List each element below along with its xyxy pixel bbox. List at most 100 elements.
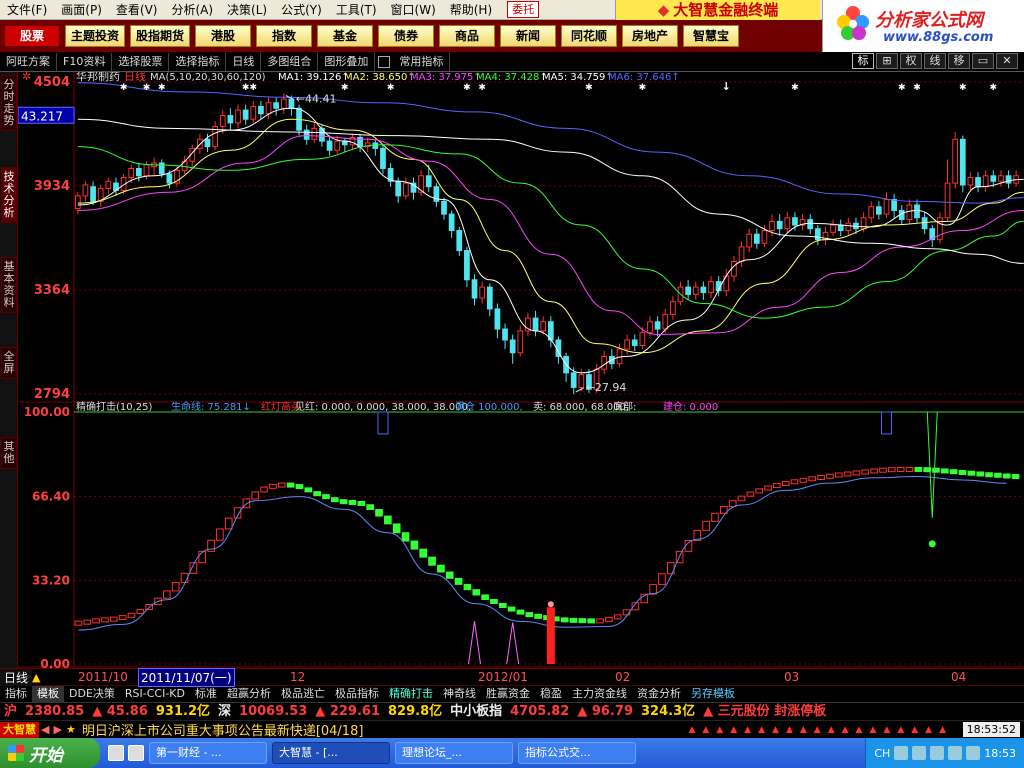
candle[interactable] [654,321,661,330]
tray-icon[interactable] [912,746,927,760]
sidebar-tab[interactable]: 分时走势 [1,75,17,131]
view-tab[interactable]: ⊞ [876,53,898,69]
lang-indicator[interactable]: CH [874,747,890,760]
candle[interactable] [906,204,913,221]
nav-button[interactable]: 商品 [439,25,496,47]
menu-item[interactable]: 公式(Y) [274,0,329,20]
indicator-tab[interactable]: 稳盈 [535,686,567,702]
indicator-tab[interactable]: 精确打击 [384,686,438,702]
candle[interactable] [532,317,539,332]
candle[interactable] [288,98,295,109]
toolbar-item[interactable]: 常用指标 [393,52,451,71]
candle[interactable] [502,328,508,341]
candle[interactable] [227,115,234,124]
indicator-tab[interactable]: 指标 [0,686,32,702]
tray-icon[interactable] [948,746,963,760]
toolbar-item[interactable]: F10资料 [57,52,113,71]
nav-button[interactable]: 主题投资 [65,25,126,47]
toolbar-item[interactable]: 选择指标 [169,52,227,71]
candle[interactable] [967,177,974,186]
candle[interactable] [540,321,547,332]
candle[interactable] [692,286,699,295]
candle[interactable] [875,206,882,215]
menu-item[interactable]: 文件(F) [0,0,54,20]
candle[interactable] [82,184,89,197]
toolbar-item[interactable]: 日线 [226,52,262,71]
nav-button[interactable]: 债券 [378,25,435,47]
toolbar-item[interactable]: 多图组合 [261,52,319,71]
nav-button[interactable]: 股指期货 [130,25,191,47]
candle[interactable] [250,105,257,120]
candle[interactable] [509,339,516,354]
candle[interactable] [921,217,928,230]
view-tab[interactable]: ▭ [972,53,994,69]
sidebar-tab[interactable]: 基本资料 [1,257,17,313]
nav-button[interactable]: 同花顺 [561,25,618,47]
sh-index[interactable]: 2380.85 [21,703,88,721]
sidebar-tab[interactable]: 全屏 [1,347,17,379]
candle[interactable] [952,138,959,184]
candle[interactable] [982,175,989,188]
view-tab[interactable]: ✕ [996,53,1018,69]
candle[interactable] [448,213,455,232]
taskbar-window[interactable]: 第一财经 - ... [149,742,267,764]
candle[interactable] [784,217,791,230]
toolbar-item[interactable]: 阿旺方案 [0,52,57,71]
indicator-tab[interactable]: 标准 [190,686,222,702]
view-tab[interactable]: 权 [900,53,922,69]
candle[interactable] [441,200,447,215]
candle[interactable] [517,330,524,354]
candle[interactable] [975,177,981,188]
period-button[interactable]: 日线 [0,668,33,686]
menu-item[interactable]: 窗口(W) [384,0,443,20]
indicator-tab[interactable]: 极品逃亡 [276,686,330,702]
candle[interactable] [639,332,646,346]
view-tab[interactable]: 标 [852,53,874,69]
candle[interactable] [494,308,501,330]
taskbar-window[interactable]: 指标公式交... [518,742,636,764]
candle[interactable] [479,286,486,299]
candle[interactable] [90,186,96,202]
candle[interactable] [235,109,241,124]
candle[interactable] [830,224,836,233]
indicator-tab[interactable]: 模板 [32,686,64,702]
candle[interactable] [578,374,585,388]
candle[interactable] [464,250,470,281]
candle[interactable] [845,222,852,232]
candle[interactable] [944,182,951,219]
candle[interactable] [319,127,325,142]
browser-icon[interactable] [128,745,144,761]
candle[interactable] [1005,175,1012,184]
candle[interactable] [631,339,638,346]
candle[interactable] [685,286,692,295]
candle[interactable] [570,372,577,388]
candle[interactable] [624,339,630,350]
candle[interactable] [326,140,333,151]
indicator-tab[interactable]: RSI-CCI-KD [120,686,190,702]
tray-icon[interactable] [894,746,909,760]
candle[interactable] [204,138,211,148]
nav-button[interactable]: 基金 [317,25,374,47]
menu-item[interactable]: 决策(L) [220,0,274,20]
menu-item[interactable]: 帮助(H) [443,0,499,20]
candle[interactable] [166,173,173,184]
candle[interactable] [601,355,608,370]
candle[interactable] [990,175,997,182]
candle[interactable] [143,164,150,177]
candle[interactable] [670,301,676,315]
candle[interactable] [135,167,142,177]
candle[interactable] [769,220,775,232]
candle[interactable] [700,286,707,294]
dzh-badge[interactable]: 大智慧 [0,721,39,738]
candle[interactable] [425,175,432,188]
candle[interactable] [471,279,478,299]
candle[interactable] [647,321,653,334]
candle[interactable] [265,102,272,115]
candle[interactable] [959,138,966,186]
menu-item[interactable]: 工具(T) [329,0,384,20]
candle[interactable] [662,313,669,330]
candle[interactable] [731,261,737,277]
menu-item[interactable]: 查看(V) [109,0,165,20]
candle[interactable] [883,199,890,215]
indicator-tab[interactable]: 超赢分析 [222,686,276,702]
